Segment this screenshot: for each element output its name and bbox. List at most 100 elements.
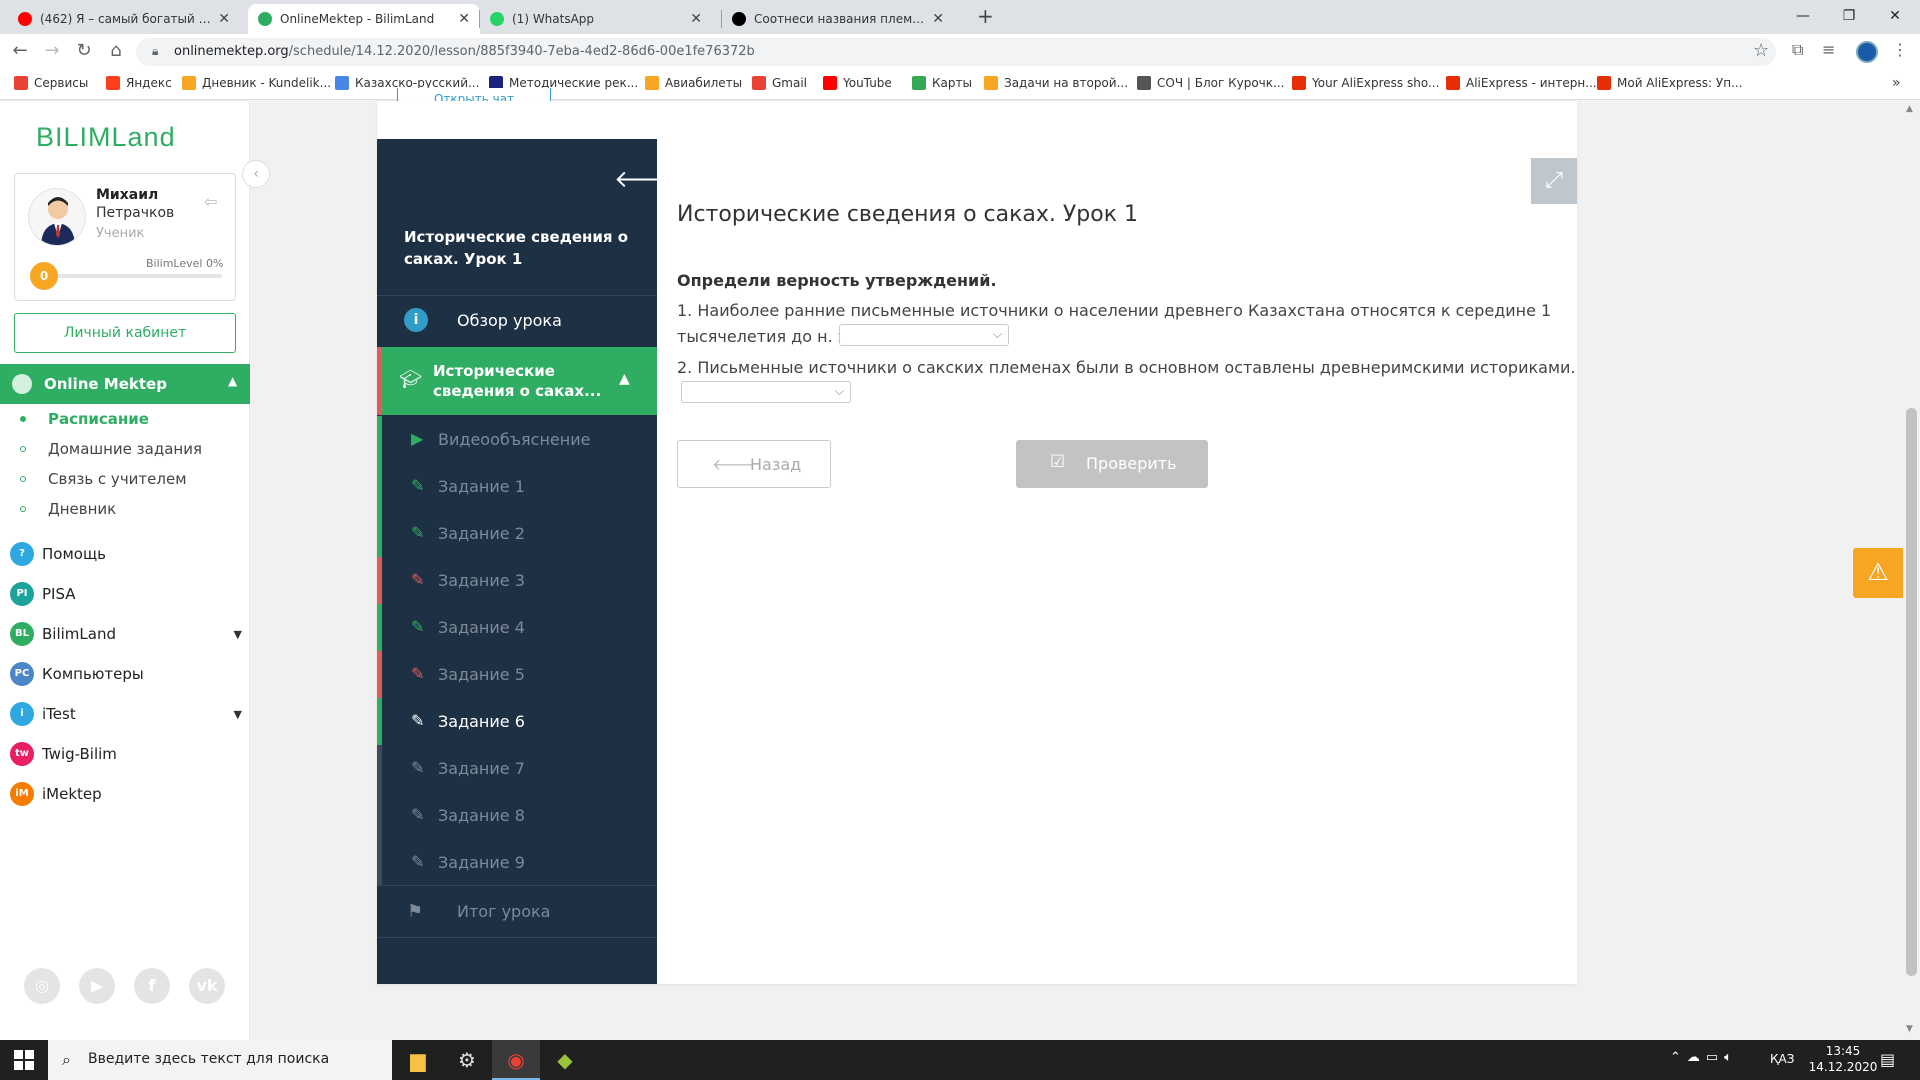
sidebar-item[interactable]: PI PISA	[10, 582, 242, 606]
close-tab-icon[interactable]: ✕	[458, 11, 470, 27]
bookmark-item[interactable]: Your AliExpress sho...	[1292, 76, 1439, 90]
scroll-down-arrow[interactable]: ▼	[1906, 1024, 1913, 1034]
media-control-icon[interactable]: ≡	[1822, 40, 1835, 59]
file-explorer-icon[interactable]: ▆	[394, 1040, 442, 1080]
maximize-button[interactable]: ❐	[1826, 2, 1872, 30]
scroll-up-arrow[interactable]: ▲	[1906, 104, 1913, 114]
sidebar-item-label: PISA	[42, 585, 76, 603]
notifications-icon[interactable]: ▤	[1880, 1050, 1895, 1069]
close-tab-icon[interactable]: ✕	[218, 11, 230, 27]
sidebar-item[interactable]: PC Компьютеры	[10, 662, 242, 686]
maps-icon	[912, 76, 926, 90]
steam-icon[interactable]: ⚙	[443, 1040, 491, 1080]
lock-icon[interactable]: 🔒︎	[152, 44, 158, 59]
bilimland-logo[interactable]: BILIMLand	[36, 122, 176, 153]
chevron-up-icon: ▲	[228, 374, 238, 388]
video-explanation-item[interactable]: ▶ Видеообъяснение	[377, 416, 657, 463]
browser-tab[interactable]: Соотнеси названия племен с об ✕	[722, 4, 954, 34]
submenu-label: Расписание	[48, 410, 149, 428]
bookmark-star-icon[interactable]: ☆	[1753, 40, 1769, 61]
question-1-line-2: тысячелетия до н. э.	[677, 327, 852, 346]
submenu-item[interactable]: Дневник	[20, 500, 116, 518]
logout-icon[interactable]: ⇦	[204, 192, 217, 211]
task-item[interactable]: ✎ Задание 3	[377, 557, 657, 604]
profile-avatar[interactable]	[1856, 41, 1878, 63]
submenu-item[interactable]: Расписание	[20, 410, 149, 428]
bookmark-item[interactable]: Задачи на второй...	[984, 76, 1128, 90]
task-item[interactable]: ✎ Задание 7	[377, 745, 657, 792]
question-2-answer-select[interactable]: ⌵	[681, 381, 851, 403]
windows-start-icon[interactable]	[14, 1050, 34, 1070]
browser-menu-icon[interactable]: ⋮	[1892, 40, 1908, 59]
sidebar-item[interactable]: i iTest ▼	[10, 702, 242, 726]
online-mektep-menu[interactable]: Online Mektep ▲	[0, 364, 250, 404]
warning-icon[interactable]: ⚠	[1853, 548, 1903, 598]
browser-tab[interactable]: (1) WhatsApp ✕	[480, 4, 712, 34]
minimize-button[interactable]: —	[1780, 2, 1826, 30]
fullscreen-icon[interactable]: ⤢	[1531, 158, 1577, 204]
taskbar-clock[interactable]: 13:45 14.12.2020	[1808, 1043, 1878, 1075]
lesson-summary-item[interactable]: ⚑ Итог урока	[377, 885, 657, 938]
question-2-number: 2.	[677, 358, 693, 377]
home-icon[interactable]: ⌂	[104, 40, 128, 61]
sidebar-item-label: Twig-Bilim	[42, 745, 117, 763]
close-window-button[interactable]: ✕	[1872, 2, 1918, 30]
sidebar-item[interactable]: tw Twig-Bilim	[10, 742, 242, 766]
bookmark-item[interactable]: Яндекс	[106, 76, 172, 90]
input-language[interactable]: ҚАЗ	[1770, 1052, 1794, 1066]
bookmark-item[interactable]: Gmail	[752, 76, 807, 90]
task-item[interactable]: ✎ Задание 9	[377, 839, 657, 886]
bookmark-item[interactable]: Мой AliExpress: Уп...	[1597, 76, 1743, 90]
close-tab-icon[interactable]: ✕	[690, 11, 702, 27]
task-item[interactable]: ✎ Задание 1	[377, 463, 657, 510]
submenu-item[interactable]: Домашние задания	[20, 440, 202, 458]
task-item[interactable]: ✎ Задание 8	[377, 792, 657, 839]
current-lesson-item[interactable]: 🎓︎ Исторические сведения о саках... ▲	[377, 347, 657, 415]
chrome-icon[interactable]: ◉	[492, 1040, 540, 1080]
task-item[interactable]: ✎ Задание 4	[377, 604, 657, 651]
question-2-label: Письменные источники о сакских племенах …	[697, 358, 1576, 377]
browser-tab[interactable]: OnlineMektep - BilimLand ✕	[248, 4, 480, 34]
submenu-item[interactable]: Связь с учителем	[20, 470, 187, 488]
taskbar-search[interactable]: ⌕ Введите здесь текст для поиска	[48, 1040, 392, 1080]
back-icon[interactable]: ←	[8, 40, 32, 61]
bookmark-item[interactable]: Сервисы	[14, 76, 88, 90]
task-item[interactable]: ✎ Задание 2	[377, 510, 657, 557]
bookmark-item[interactable]: Карты	[912, 76, 972, 90]
sidebar-item[interactable]: ? Помощь	[10, 542, 242, 566]
sidebar-item[interactable]: BL BilimLand ▼	[10, 622, 242, 646]
extensions-icon[interactable]: ⧉	[1792, 40, 1803, 60]
more-bookmarks-button[interactable]: »	[1892, 75, 1901, 91]
bookmark-item[interactable]: AliExpress - интерн...	[1446, 76, 1597, 90]
task-item[interactable]: ✎ Задание 6	[377, 698, 657, 745]
check-answer-button[interactable]: ☑ Проверить	[1016, 440, 1208, 488]
bluestacks-icon[interactable]: ◆	[541, 1040, 589, 1080]
status-stripe	[377, 604, 382, 651]
back-button[interactable]: 🡐 Назад	[677, 440, 831, 488]
vk-icon[interactable]: vk	[189, 968, 225, 1004]
forward-icon[interactable]: →	[40, 40, 64, 61]
sidebar-item[interactable]: iM iMektep	[10, 782, 242, 806]
arrow-left-icon: 🡐	[712, 455, 755, 474]
question-1-answer-select[interactable]: ⌵	[839, 324, 1009, 346]
reload-icon[interactable]: ↻	[72, 40, 96, 61]
task-item[interactable]: ✎ Задание 5	[377, 651, 657, 698]
browser-tab[interactable]: (462) Я – самый богатый мальчик ✕	[8, 4, 240, 34]
lesson-overview-item[interactable]: i Обзор урока	[377, 296, 657, 346]
close-tab-icon[interactable]: ✕	[932, 11, 944, 27]
page-icon	[984, 76, 998, 90]
url-text[interactable]: onlinemektep.org/schedule/14.12.2020/les…	[174, 44, 755, 59]
youtube-icon[interactable]: ▶	[79, 968, 115, 1004]
system-tray-icons[interactable]: ⌃☁▭🔈︎	[1670, 1050, 1738, 1065]
bookmark-item[interactable]: YouTube	[823, 76, 892, 90]
new-tab-button[interactable]: +	[977, 4, 994, 28]
personal-cabinet-button[interactable]: Личный кабинет	[14, 313, 236, 353]
collapse-sidebar-button[interactable]: ‹	[242, 160, 270, 188]
bookmark-item[interactable]: Дневник - Kundelik...	[182, 76, 331, 90]
bookmark-item[interactable]: СОЧ | Блог Курочк...	[1137, 76, 1284, 90]
instagram-icon[interactable]: ◎	[24, 968, 60, 1004]
arrow-left-icon[interactable]: 🡐	[614, 164, 678, 193]
scrollbar-thumb[interactable]	[1906, 408, 1917, 976]
facebook-icon[interactable]: f	[134, 968, 170, 1004]
bookmark-item[interactable]: Авиабилеты	[645, 76, 742, 90]
